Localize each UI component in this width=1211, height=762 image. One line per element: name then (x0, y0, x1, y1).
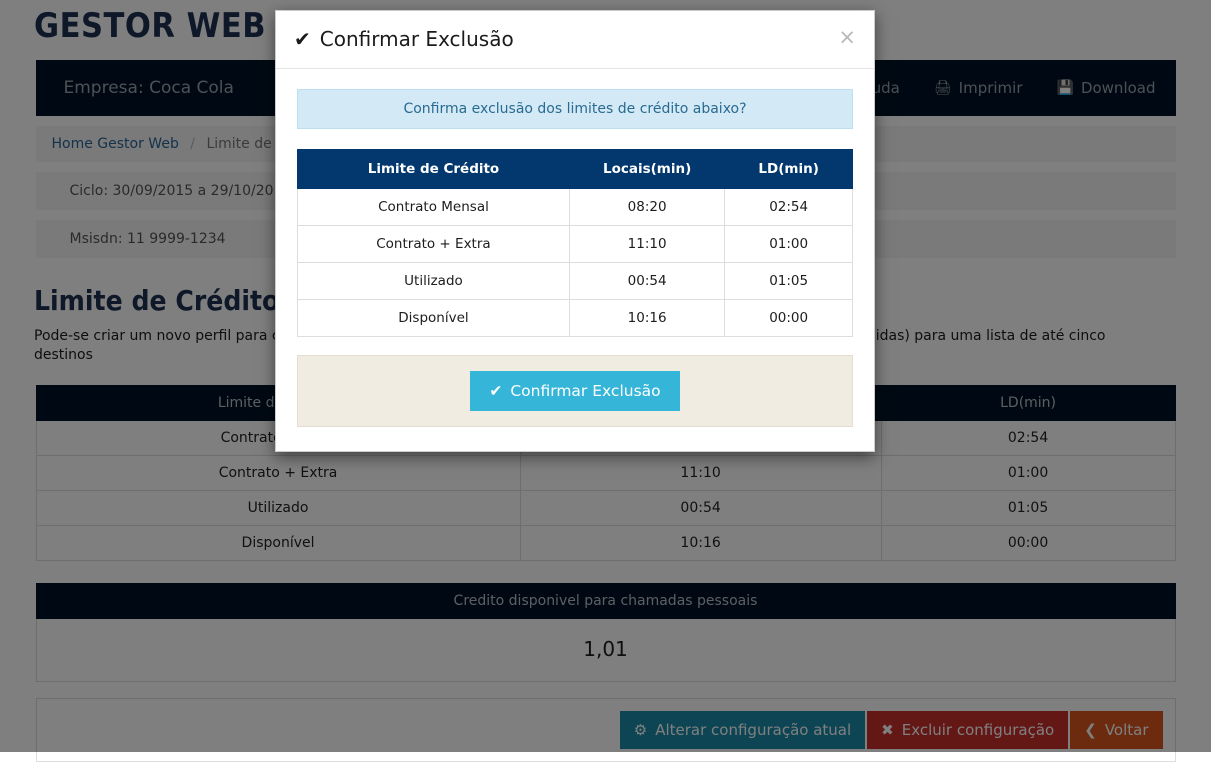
cell-ld: 00:00 (725, 300, 853, 337)
cell-ld: 01:05 (725, 263, 853, 300)
cell-locais: 10:16 (569, 300, 724, 337)
table-header-row: Limite de Crédito Locais(min) LD(min) (298, 150, 853, 189)
table-row: Disponível 10:16 00:00 (298, 300, 853, 337)
close-icon[interactable]: × (838, 27, 856, 48)
check-mark-icon: ✔ (294, 27, 311, 51)
col-header-limite: Limite de Crédito (298, 150, 570, 189)
cell-locais: 00:54 (569, 263, 724, 300)
modal-footer-panel: ✔ Confirmar Exclusão (297, 355, 853, 427)
cell-label: Contrato Mensal (298, 189, 570, 226)
confirm-deletion-label: Confirmar Exclusão (510, 382, 660, 400)
col-header-locais: Locais(min) (569, 150, 724, 189)
cell-locais: 08:20 (569, 189, 724, 226)
confirmation-alert: Confirma exclusão dos limites de crédito… (297, 89, 853, 129)
table-row: Contrato + Extra 11:10 01:00 (298, 226, 853, 263)
modal-title: ✔ Confirmar Exclusão (294, 27, 514, 51)
confirm-deletion-button[interactable]: ✔ Confirmar Exclusão (470, 371, 679, 411)
cell-locais: 11:10 (569, 226, 724, 263)
modal-limits-table: Limite de Crédito Locais(min) LD(min) Co… (297, 149, 853, 337)
confirm-deletion-modal: ✔ Confirmar Exclusão × Confirma exclusão… (275, 10, 875, 452)
cell-label: Contrato + Extra (298, 226, 570, 263)
cell-ld: 01:00 (725, 226, 853, 263)
cell-ld: 02:54 (725, 189, 853, 226)
check-mark-icon: ✔ (489, 382, 502, 400)
cell-label: Utilizado (298, 263, 570, 300)
cell-label: Disponível (298, 300, 570, 337)
table-row: Contrato Mensal 08:20 02:54 (298, 189, 853, 226)
table-row: Utilizado 00:54 01:05 (298, 263, 853, 300)
modal-header: ✔ Confirmar Exclusão × (276, 11, 874, 69)
modal-title-label: Confirmar Exclusão (320, 27, 514, 51)
modal-body: Confirma exclusão dos limites de crédito… (276, 69, 874, 451)
col-header-ld: LD(min) (725, 150, 853, 189)
